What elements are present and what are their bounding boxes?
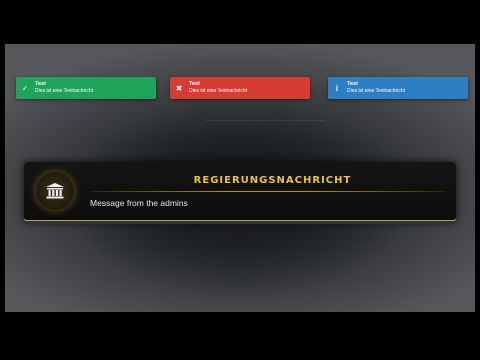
video-frame: ✓ Test Dies ist eine Testnachricht ✖ Tes…: [0, 0, 480, 360]
toast-error[interactable]: ✖ Test Dies ist eine Testnachricht: [170, 77, 310, 99]
title-divider: [90, 191, 446, 192]
toast-error-title: Test: [189, 81, 200, 87]
info-icon: i: [335, 83, 339, 93]
toast-info[interactable]: i Test Dies ist eine Testnachricht: [328, 77, 468, 99]
toast-error-message: Dies ist eine Testnachricht: [189, 88, 247, 94]
government-message-banner: REGIERUNGSNACHRICHT Message from the adm…: [24, 162, 456, 222]
toast-info-title: Test: [347, 81, 358, 87]
toast-success[interactable]: ✓ Test Dies ist eine Testnachricht: [16, 77, 156, 99]
check-icon: ✓: [21, 83, 29, 93]
toast-success-message: Dies ist eine Testnachricht: [35, 88, 93, 94]
government-message-title: REGIERUNGSNACHRICHT: [193, 175, 352, 186]
government-message-text: Message from the admins: [90, 198, 188, 208]
game-screen: ✓ Test Dies ist eine Testnachricht ✖ Tes…: [5, 44, 475, 312]
banner-underlay: [25, 221, 455, 224]
divider: [205, 120, 325, 121]
x-icon: ✖: [175, 83, 183, 93]
toast-info-message: Dies ist eine Testnachricht: [347, 88, 405, 94]
government-building-icon: [36, 172, 74, 210]
toast-success-title: Test: [35, 81, 46, 87]
